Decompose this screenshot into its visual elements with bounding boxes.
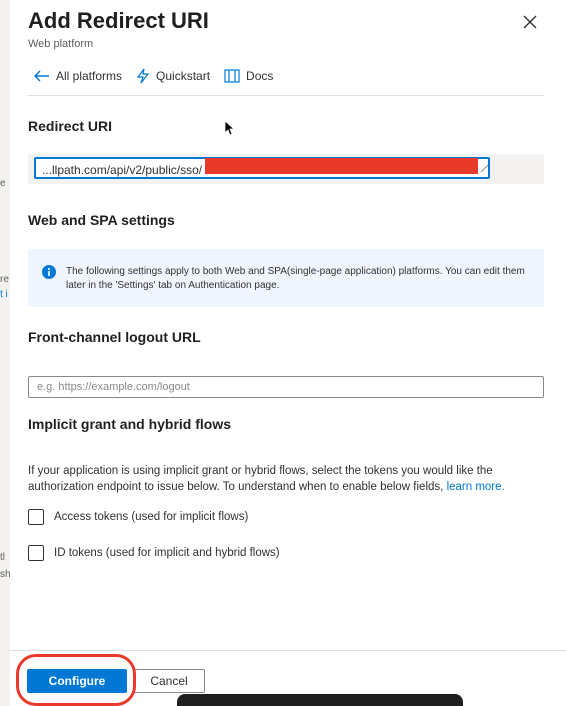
background-text: re bbox=[0, 274, 9, 285]
info-text: The following settings apply to both Web… bbox=[66, 266, 525, 291]
overlay-bar bbox=[177, 694, 463, 706]
header-divider bbox=[28, 95, 544, 96]
logout-url-input[interactable]: e.g. https://example.com/logout bbox=[28, 376, 544, 398]
learn-more-link[interactable]: learn more. bbox=[447, 481, 505, 493]
book-icon bbox=[224, 69, 240, 83]
id-tokens-checkbox[interactable] bbox=[28, 545, 44, 561]
front-channel-logout-heading: Front-channel logout URL bbox=[28, 329, 201, 345]
arrow-left-icon bbox=[34, 70, 49, 82]
implicit-grant-heading: Implicit grant and hybrid flows bbox=[28, 416, 232, 432]
web-spa-heading: Web and SPA settings bbox=[28, 212, 175, 228]
implicit-grant-description: If your application is using implicit gr… bbox=[28, 463, 548, 495]
background-text: tl bbox=[0, 552, 5, 563]
quickstart-label: Quickstart bbox=[156, 69, 211, 83]
highlight-annotation bbox=[16, 654, 136, 706]
access-tokens-option[interactable]: Access tokens (used for implicit flows) bbox=[28, 509, 248, 525]
docs-link[interactable]: Docs bbox=[224, 69, 273, 83]
mouse-cursor bbox=[224, 120, 236, 141]
add-redirect-uri-panel: Add Redirect URI Web platform All platfo… bbox=[10, 0, 566, 706]
all-platforms-link[interactable]: All platforms bbox=[34, 69, 122, 83]
access-tokens-label: Access tokens (used for implicit flows) bbox=[54, 511, 249, 523]
close-button[interactable] bbox=[520, 12, 540, 32]
id-tokens-option[interactable]: ID tokens (used for implicit and hybrid … bbox=[28, 545, 280, 561]
redirect-uri-heading: Redirect URI bbox=[28, 118, 113, 134]
info-message: The following settings apply to both Web… bbox=[28, 249, 544, 307]
page-title: Add Redirect URI bbox=[28, 8, 209, 33]
background-text: t i bbox=[0, 289, 8, 300]
lightning-icon bbox=[136, 68, 150, 84]
cancel-button[interactable]: Cancel bbox=[133, 669, 205, 693]
redaction-bar bbox=[205, 158, 478, 174]
quickstart-link[interactable]: Quickstart bbox=[136, 68, 210, 84]
all-platforms-label: All platforms bbox=[56, 69, 123, 83]
close-icon bbox=[523, 15, 537, 29]
background-text: sh bbox=[0, 569, 11, 580]
id-tokens-label: ID tokens (used for implicit and hybrid … bbox=[54, 547, 280, 559]
info-icon bbox=[42, 265, 56, 279]
background-text: e bbox=[0, 178, 6, 189]
docs-label: Docs bbox=[246, 69, 274, 83]
access-tokens-checkbox[interactable] bbox=[28, 509, 44, 525]
footer-divider bbox=[10, 650, 566, 651]
description-text: If your application is using implicit gr… bbox=[28, 465, 493, 493]
resize-handle-icon[interactable] bbox=[479, 160, 489, 174]
page-subtitle: Web platform bbox=[28, 38, 94, 50]
platform-nav: All platforms Quickstart Docs bbox=[34, 68, 287, 84]
